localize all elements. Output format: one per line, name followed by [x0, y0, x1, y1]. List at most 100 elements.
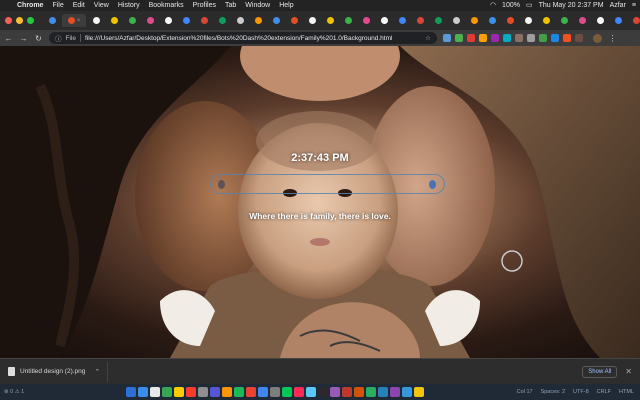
battery-icon[interactable]: ▭ [526, 0, 533, 11]
extension-icon[interactable] [503, 34, 511, 42]
browser-tab[interactable] [268, 14, 284, 27]
dock-app-icon[interactable] [330, 387, 340, 397]
dock-app-icon[interactable] [222, 387, 232, 397]
browser-tab[interactable] [448, 14, 464, 27]
extension-icon[interactable] [491, 34, 499, 42]
menu-window[interactable]: Window [245, 0, 270, 11]
more-menu-icon[interactable]: ⋮ [608, 34, 617, 43]
dock-app-icon[interactable] [150, 387, 160, 397]
dock-app-icon[interactable] [342, 387, 352, 397]
language-mode[interactable]: HTML [619, 389, 634, 395]
browser-tab[interactable] [592, 14, 608, 27]
menu-app-name[interactable]: Chrome [17, 0, 43, 11]
browser-tab[interactable] [286, 14, 302, 27]
dock-app-icon[interactable] [306, 387, 316, 397]
dock-app-icon[interactable] [294, 387, 304, 397]
cursor-column[interactable]: Col 17 [517, 389, 533, 395]
line-ending[interactable]: CRLF [597, 389, 611, 395]
browser-tab[interactable] [610, 14, 626, 27]
browser-tab[interactable] [358, 14, 374, 27]
browser-tab[interactable] [394, 14, 410, 27]
dock-app-icon[interactable] [246, 387, 256, 397]
menu-tab[interactable]: Tab [225, 0, 236, 11]
browser-tab[interactable] [214, 14, 230, 27]
chevron-up-icon[interactable]: ⌃ [94, 368, 100, 376]
extension-icon[interactable] [575, 34, 583, 42]
extension-icon[interactable] [467, 34, 475, 42]
browser-tab[interactable] [142, 14, 158, 27]
extension-icon[interactable] [527, 34, 535, 42]
close-icon[interactable]: ✕ [625, 367, 632, 376]
browser-tab[interactable] [322, 14, 338, 27]
browser-tab[interactable] [250, 14, 266, 27]
dock-app-icon[interactable] [270, 387, 280, 397]
slider-right-handle[interactable] [429, 180, 436, 189]
dock-app-icon[interactable] [138, 387, 148, 397]
profile-avatar[interactable] [593, 33, 602, 43]
browser-tab[interactable] [466, 14, 482, 27]
dock-app-icon[interactable] [258, 387, 268, 397]
slider-left-handle[interactable] [218, 180, 225, 189]
menu-profiles[interactable]: Profiles [193, 0, 216, 11]
browser-tab[interactable] [178, 14, 194, 27]
back-arrow-icon[interactable]: ← [4, 34, 13, 43]
problems-status[interactable]: ⊗ 0 ⚠ 1 [0, 389, 120, 395]
reload-icon[interactable]: ↻ [34, 34, 43, 43]
menu-help[interactable]: Help [279, 0, 293, 11]
browser-tab[interactable] [628, 14, 640, 27]
browser-tab[interactable] [484, 14, 500, 27]
battery-percent[interactable]: 100% [502, 0, 520, 11]
extension-icon[interactable] [539, 34, 547, 42]
dock-app-icon[interactable] [390, 387, 400, 397]
browser-tab[interactable] [376, 14, 392, 27]
menubar-clock[interactable]: Thu May 20 2:37 PM [539, 0, 604, 11]
extension-icon[interactable] [551, 34, 559, 42]
browser-tab[interactable] [196, 14, 212, 27]
browser-tab[interactable] [502, 14, 518, 27]
dock-app-icon[interactable] [210, 387, 220, 397]
browser-tab[interactable] [88, 14, 104, 27]
dock-app-icon[interactable] [318, 387, 328, 397]
wifi-icon[interactable]: ◠ [490, 0, 496, 11]
extension-icon[interactable] [563, 34, 571, 42]
encoding[interactable]: UTF-8 [573, 389, 589, 395]
browser-tab[interactable] [520, 14, 536, 27]
browser-tab[interactable] [124, 14, 140, 27]
browser-tab[interactable] [340, 14, 356, 27]
dock-app-icon[interactable] [186, 387, 196, 397]
dock-app-icon[interactable] [366, 387, 376, 397]
browser-tab[interactable] [304, 14, 320, 27]
forward-arrow-icon[interactable]: → [19, 34, 28, 43]
dock-app-icon[interactable] [378, 387, 388, 397]
extension-icon[interactable] [479, 34, 487, 42]
download-file-name[interactable]: Untitled design (2).png [20, 368, 85, 375]
extension-icon[interactable] [443, 34, 451, 42]
dock-app-icon[interactable] [414, 387, 424, 397]
dock-app-icon[interactable] [174, 387, 184, 397]
browser-tab[interactable] [430, 14, 446, 27]
dock-app-icon[interactable] [282, 387, 292, 397]
control-center-icon[interactable]: ≡ [632, 0, 636, 11]
close-window-button[interactable] [5, 17, 12, 24]
bookmark-star-icon[interactable]: ☆ [425, 34, 431, 42]
dock-app-icon[interactable] [402, 387, 412, 397]
dock-app-icon[interactable] [162, 387, 172, 397]
search-slider[interactable] [210, 174, 445, 194]
dock-app-icon[interactable] [198, 387, 208, 397]
menu-history[interactable]: History [118, 0, 140, 11]
dock-app-icon[interactable] [354, 387, 364, 397]
dock-app-icon[interactable] [126, 387, 136, 397]
url-text[interactable]: file:///Users/Azfar/Desktop/Extension%20… [85, 35, 421, 42]
browser-tab[interactable] [412, 14, 428, 27]
browser-tab[interactable] [574, 14, 590, 27]
show-all-button[interactable]: Show All [582, 365, 618, 378]
browser-tab[interactable]: × [62, 14, 86, 27]
extension-icon[interactable] [455, 34, 463, 42]
dock-app-icon[interactable] [234, 387, 244, 397]
menu-file[interactable]: File [52, 0, 63, 11]
user-name[interactable]: Azfar [610, 0, 626, 11]
menu-bookmarks[interactable]: Bookmarks [149, 0, 184, 11]
browser-tab[interactable] [106, 14, 122, 27]
indent-spaces[interactable]: Spaces: 2 [541, 389, 565, 395]
download-item[interactable]: Untitled design (2).png ⌃ [8, 361, 108, 382]
